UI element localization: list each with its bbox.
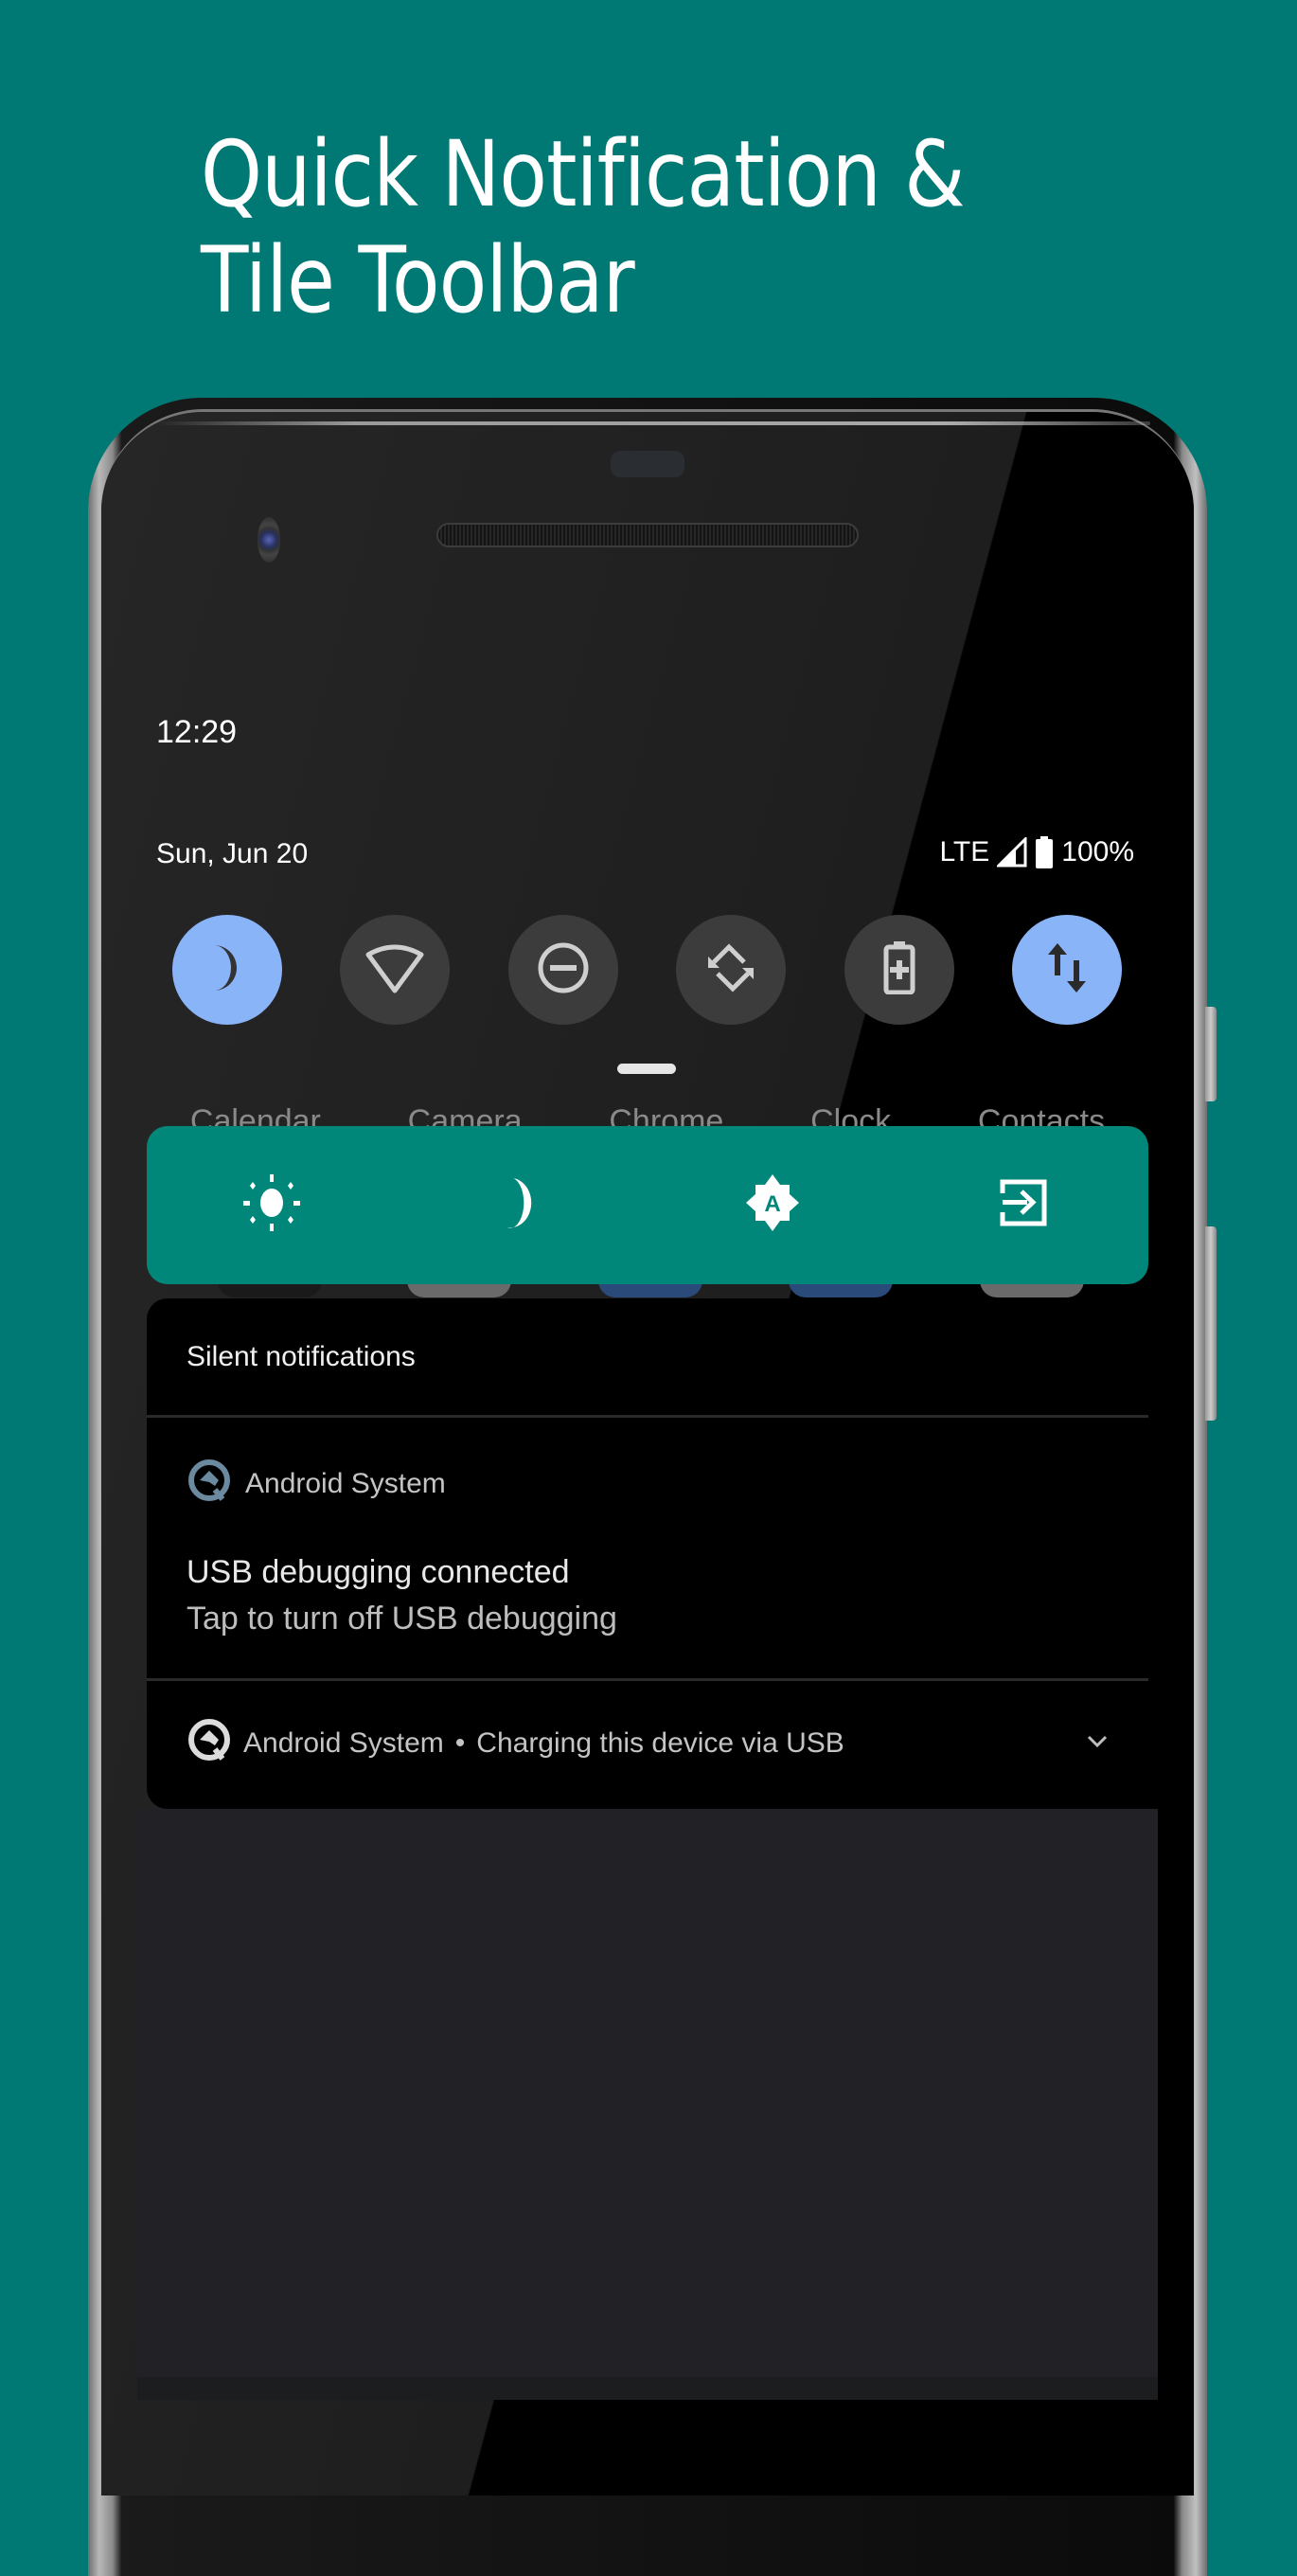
tile-wifi[interactable] — [340, 915, 451, 1025]
notification-summary: Charging this device via USB — [476, 1727, 844, 1759]
tile-dark-theme[interactable] — [172, 915, 282, 1025]
app-label: Clock — [810, 1106, 892, 1127]
auto-rotate-icon — [704, 941, 757, 999]
earpiece-speaker — [436, 523, 859, 547]
android-system-icon — [187, 1458, 232, 1511]
panel-drag-handle[interactable] — [617, 1064, 676, 1074]
auto-brightness-icon: A — [742, 1172, 803, 1238]
network-type: LTE — [939, 836, 990, 868]
brightness-button[interactable] — [234, 1168, 310, 1243]
notification-title: USB debugging connected — [187, 1554, 570, 1590]
tile-battery-saver[interactable] — [844, 915, 954, 1025]
status-icons: LTE 100% — [939, 836, 1134, 868]
auto-brightness-button[interactable]: A — [735, 1168, 810, 1243]
do-not-disturb-icon — [537, 941, 590, 999]
android-system-icon — [187, 1717, 232, 1770]
clock: 12:29 — [156, 714, 238, 750]
tile-do-not-disturb[interactable] — [507, 915, 618, 1025]
app-label: Chrome — [609, 1106, 724, 1127]
night-mode-icon — [502, 1176, 543, 1234]
quick-settings-tiles — [172, 915, 1122, 1025]
signal-icon — [997, 837, 1027, 868]
phone-edge-highlight — [156, 421, 1150, 425]
tile-mobile-data[interactable] — [1011, 915, 1122, 1025]
notification-panel: Silent notifications Android System USB … — [147, 1298, 1148, 1809]
tile-auto-rotate[interactable] — [676, 915, 787, 1025]
tile-toolbar: A — [147, 1126, 1148, 1284]
headline-line-2: Tile Toolbar — [201, 227, 635, 333]
silent-notifications-header: Silent notifications — [147, 1298, 1148, 1418]
expand-chevron-icon[interactable] — [1086, 1734, 1109, 1754]
exit-button[interactable] — [986, 1168, 1061, 1243]
background-app-labels: Calendar Camera Chrome Clock Contacts — [147, 1106, 1148, 1127]
svg-text:A: A — [765, 1191, 781, 1217]
date: Sun, Jun 20 — [156, 838, 309, 869]
night-mode-button[interactable] — [485, 1168, 560, 1243]
app-label: Calendar — [189, 1106, 321, 1127]
app-label: Contacts — [977, 1106, 1106, 1127]
wifi-icon — [364, 941, 425, 999]
app-label: Camera — [407, 1106, 523, 1127]
separator-dot: • — [454, 1727, 466, 1759]
headline-line-1: Quick Notification & — [201, 121, 966, 227]
moon-icon — [206, 943, 248, 997]
notification-charging[interactable]: Android System • Charging this device vi… — [147, 1681, 1148, 1806]
notification-usb-debugging[interactable]: Android System USB debugging connected T… — [147, 1418, 1148, 1681]
notification-text: Tap to turn off USB debugging — [187, 1601, 617, 1637]
power-button — [1205, 1226, 1217, 1421]
battery-icon — [1035, 836, 1054, 868]
notification-app-name: Android System — [245, 1468, 446, 1499]
notification-app-name: Android System — [243, 1727, 444, 1759]
navigation-bar — [137, 2377, 1158, 2400]
home-screen-background — [137, 1809, 1158, 2377]
battery-saver-icon — [882, 940, 916, 999]
volume-button — [1205, 1007, 1217, 1101]
brightness-icon — [243, 1174, 301, 1236]
mobile-data-icon — [1046, 942, 1088, 997]
front-camera — [258, 517, 280, 563]
exit-icon — [999, 1178, 1048, 1232]
battery-percent: 100% — [1061, 836, 1134, 868]
headline: Quick Notification & Tile Toolbar — [201, 121, 966, 333]
proximity-sensor — [611, 451, 684, 477]
